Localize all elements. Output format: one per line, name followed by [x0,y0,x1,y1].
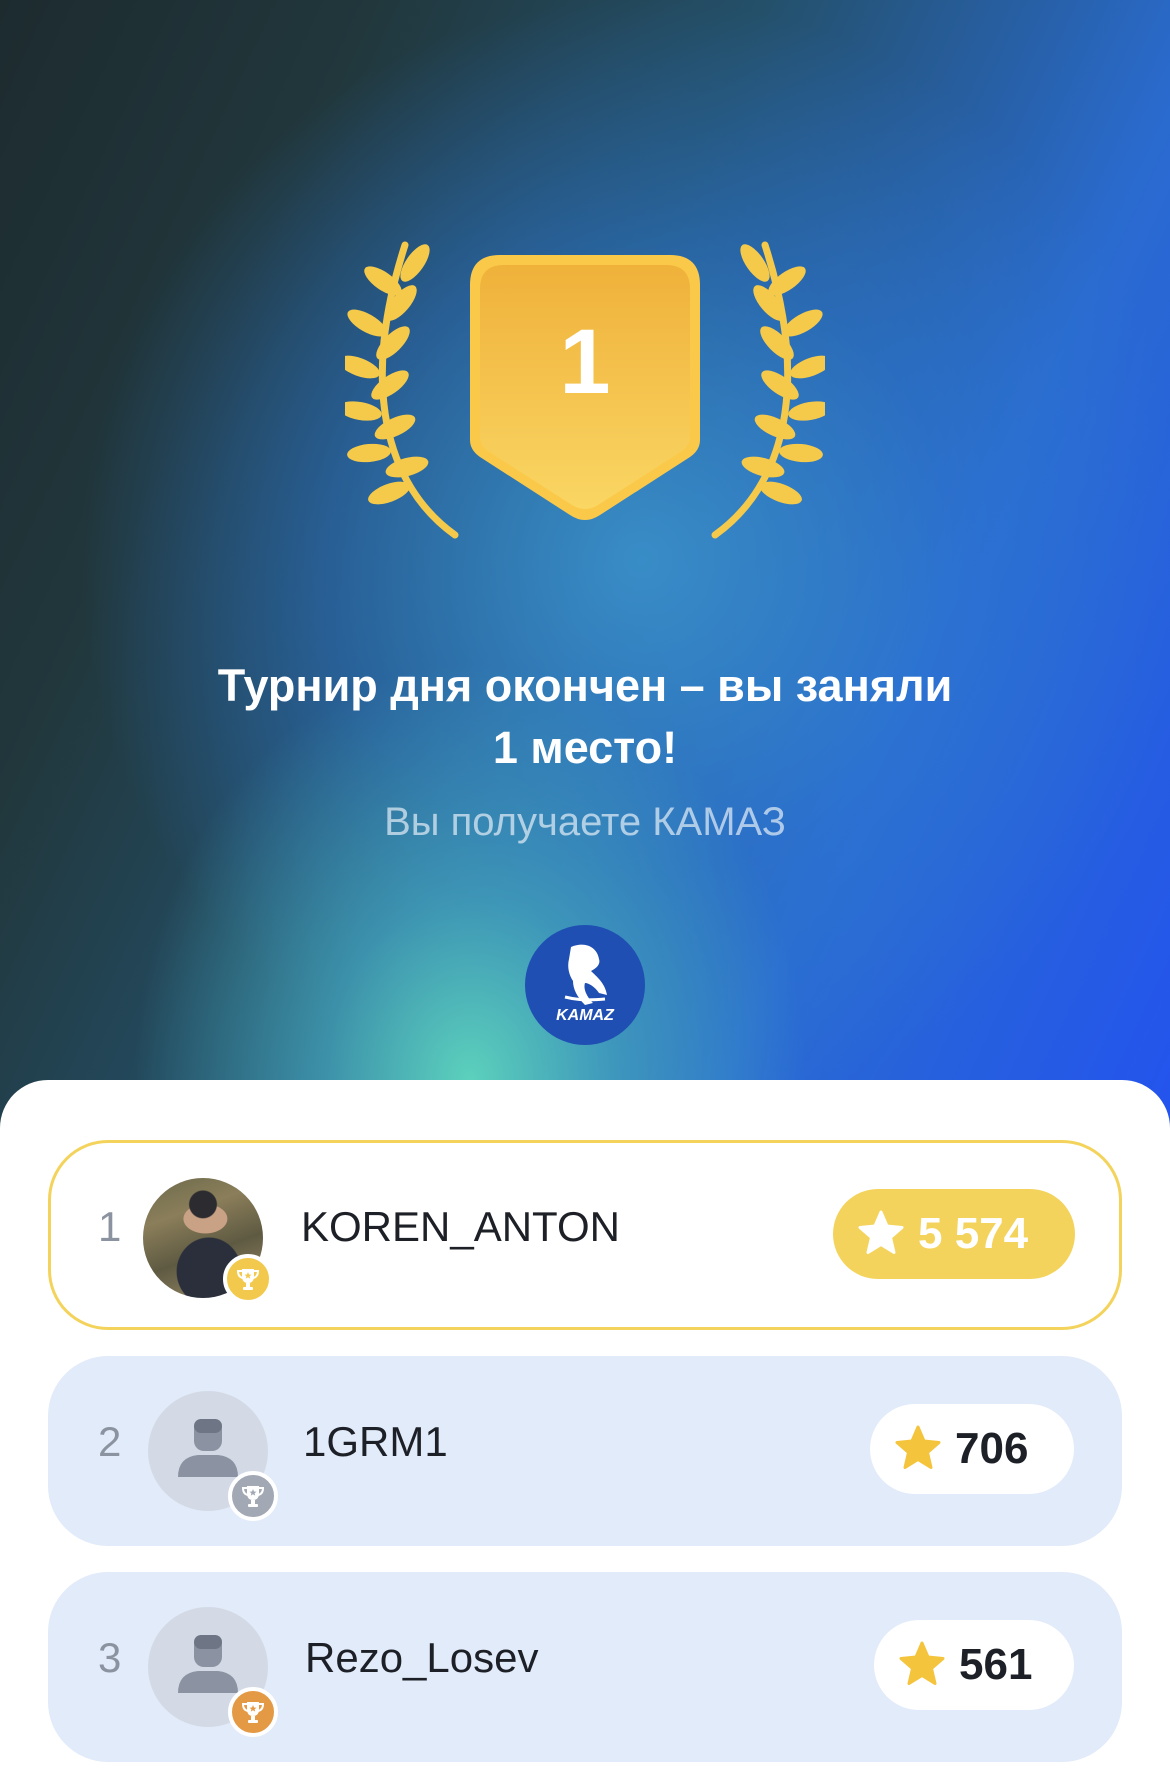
kamaz-logo-icon: KAMAZ [525,925,645,1045]
silver-trophy-icon [228,1471,278,1521]
score-value: 561 [959,1640,1033,1689]
prize-logo-text: KAMAZ [556,1007,614,1024]
laurel-right-icon [711,241,825,539]
bronze-trophy-icon [228,1687,278,1737]
rank-number: 1 [98,1203,122,1250]
leaderboard-row[interactable]: 3 Rezo_Losev 561 [48,1572,1122,1762]
score-pill: 561 [874,1620,1074,1710]
avatar[interactable] [148,1391,278,1521]
horse-icon [564,944,607,1005]
laurel-left-icon [345,241,459,539]
player-name: Rezo_Losev [305,1634,539,1681]
result-title-line1: Турнир дня окончен – вы заняли [217,660,953,711]
score-value: 5 574 [918,1209,1029,1258]
score-pill: 5 574 [833,1189,1075,1279]
result-title-line2: 1 место! [492,722,678,773]
leaderboard-row[interactable]: 2 1GRM1 706 [48,1356,1122,1546]
player-name: KOREN_ANTON [301,1203,620,1250]
avatar[interactable] [148,1607,278,1737]
prize-subtitle: Вы получаете КАМАЗ [384,800,786,844]
leaderboard-row-current-user[interactable]: 1 KOREN_ANTON 5 574 [48,1140,1122,1330]
avatar[interactable] [143,1178,273,1304]
score-pill: 706 [870,1404,1074,1494]
star-icon [858,1210,904,1254]
score-value: 706 [955,1424,1029,1473]
gold-trophy-icon [223,1254,273,1304]
star-icon [899,1641,945,1685]
player-name: 1GRM1 [303,1418,448,1465]
result-title: Турнир дня окончен – вы заняли 1 место! [120,655,1050,779]
rank-number: 2 [98,1418,122,1465]
star-icon [895,1425,941,1469]
hero-section: 1 Турнир дня окончен – вы заняли 1 место… [0,0,1170,1140]
place-number: 1 [559,311,611,413]
rank-number: 3 [98,1634,122,1681]
